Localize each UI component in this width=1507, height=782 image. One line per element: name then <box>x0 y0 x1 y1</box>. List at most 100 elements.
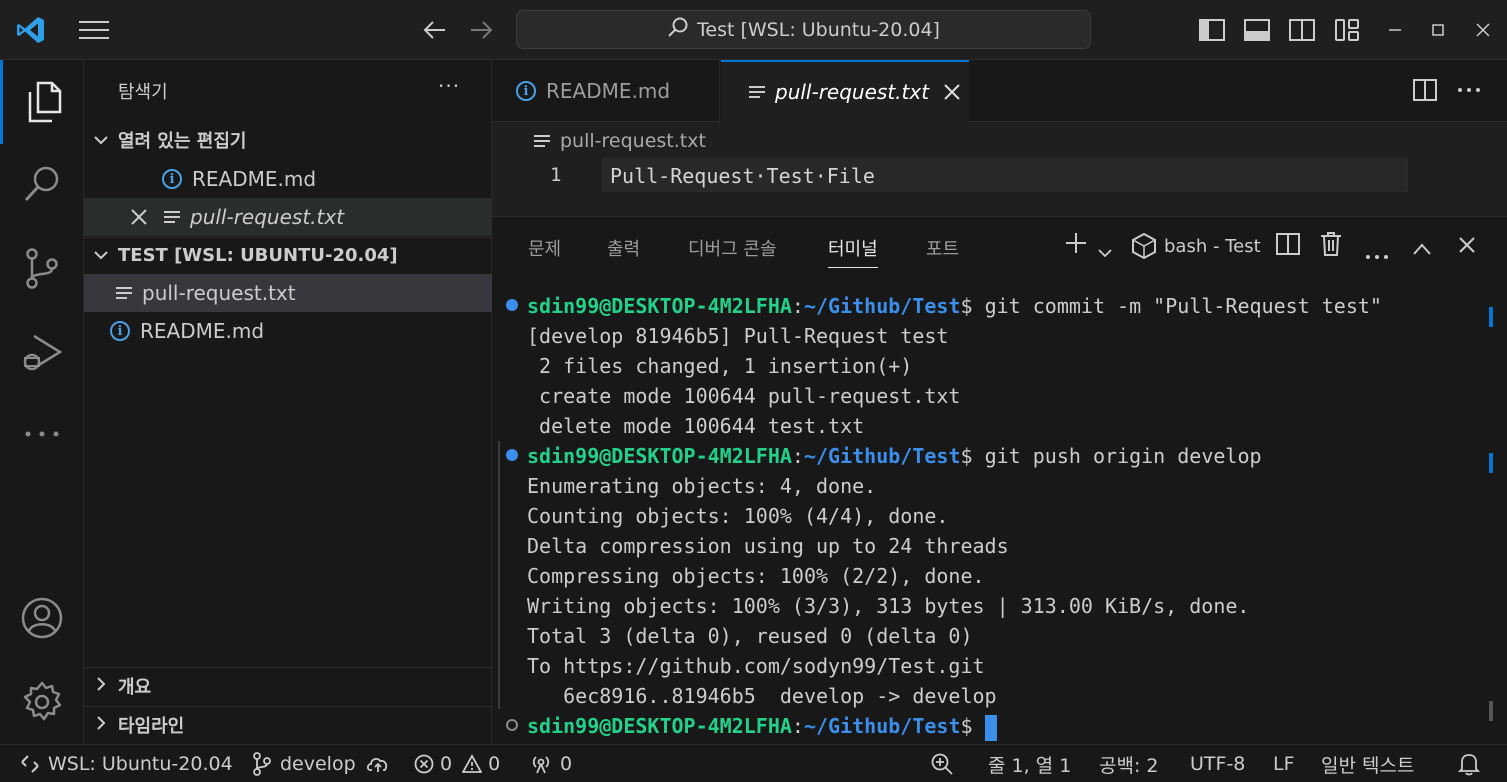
workspace-header[interactable]: TEST [WSL: UBUNTU-20.04] <box>84 237 492 273</box>
terminal-line: Compressing objects: 100% (2/2), done. <box>527 564 985 588</box>
tab-ports[interactable]: 포트 <box>926 235 959 261</box>
indentation[interactable]: 공백: 2 <box>1099 745 1159 782</box>
terminal-command: git commit -m "Pull-Request test" <box>984 294 1382 318</box>
sidebar-more-icon[interactable]: ··· <box>438 74 460 98</box>
tab-problems[interactable]: 문제 <box>528 235 561 261</box>
open-editors-label: 열려 있는 편집기 <box>118 131 247 152</box>
remote-icon <box>20 754 40 774</box>
maximize-icon[interactable] <box>1421 0 1455 60</box>
open-editors-header[interactable]: 열려 있는 편집기 <box>84 122 492 158</box>
close-panel-icon[interactable] <box>1458 235 1476 259</box>
code-editor[interactable]: 1 Pull-Request·Test·File <box>492 158 1507 216</box>
search-icon <box>667 16 689 43</box>
close-tab-icon[interactable] <box>943 83 961 101</box>
minimize-icon[interactable] <box>1378 0 1412 60</box>
new-terminal-icon[interactable] <box>1064 231 1088 260</box>
status-bar: WSL: Ubuntu-20.04 develop 0 0 0 줄 1, 열 1… <box>0 744 1507 782</box>
close-editor-icon[interactable] <box>130 208 150 226</box>
bash-icon <box>1132 233 1156 259</box>
accounts-icon[interactable] <box>0 576 84 660</box>
chevron-right-icon <box>84 715 118 735</box>
notifications-bell-icon[interactable] <box>1458 745 1480 782</box>
zoom-icon[interactable] <box>930 745 954 782</box>
text-file-icon <box>749 83 765 101</box>
split-editor-icon[interactable] <box>1410 60 1440 120</box>
toggle-primary-sidebar-icon[interactable] <box>1198 0 1226 60</box>
menu-icon[interactable] <box>76 0 112 60</box>
terminal-scrollbar[interactable] <box>1489 701 1493 721</box>
command-success-dot <box>506 449 518 461</box>
file-tree-item[interactable]: i README.md <box>84 312 492 350</box>
toggle-panel-icon[interactable] <box>1243 0 1271 60</box>
code-line[interactable]: Pull-Request·Test·File <box>610 164 875 188</box>
workspace-label: TEST [WSL: UBUNTU-20.04] <box>118 245 398 266</box>
terminal-line: Writing objects: 100% (3/3), 313 bytes |… <box>527 594 1250 618</box>
activity-bar <box>0 60 84 744</box>
run-debug-icon[interactable] <box>0 310 84 394</box>
encoding[interactable]: UTF-8 <box>1190 745 1245 782</box>
breadcrumb[interactable]: pull-request.txt <box>492 122 1507 160</box>
problems-indicator[interactable]: 0 0 <box>414 745 500 782</box>
prompt-path: ~/Github/Test <box>803 294 961 318</box>
open-editor-label: README.md <box>192 167 317 191</box>
panel-more-icon[interactable] <box>1365 241 1389 265</box>
toggle-secondary-sidebar-icon[interactable] <box>1288 0 1316 60</box>
forward-arrow-icon[interactable] <box>466 0 496 60</box>
settings-gear-icon[interactable] <box>0 660 84 744</box>
remote-indicator[interactable]: WSL: Ubuntu-20.04 <box>20 745 233 782</box>
terminal-output[interactable]: sdin99@DESKTOP-4M2LFHA:~/Github/Test$ gi… <box>527 291 1382 741</box>
broadcast-icon <box>530 753 552 775</box>
editor-more-icon[interactable] <box>1454 60 1484 120</box>
tab-output[interactable]: 출력 <box>607 235 640 261</box>
command-pending-dot <box>506 719 518 731</box>
timeline-header[interactable]: 타임라인 <box>84 706 492 742</box>
tab-debug-console[interactable]: 디버그 콘솔 <box>688 235 777 261</box>
warning-icon <box>462 754 483 774</box>
tab-pull-request[interactable]: pull-request.txt <box>721 60 969 122</box>
text-file-icon <box>116 284 132 302</box>
tab-readme[interactable]: i README.md <box>492 60 720 122</box>
command-center-search[interactable]: Test [WSL: Ubuntu-20.04] <box>516 10 1091 49</box>
open-editor-item-active[interactable]: pull-request.txt <box>84 198 492 236</box>
text-file-icon <box>164 208 180 226</box>
language-mode[interactable]: 일반 텍스트 <box>1321 745 1414 782</box>
file-tree-item[interactable]: pull-request.txt <box>84 274 492 312</box>
prompt-user: sdin99@DESKTOP-4M2LFHA <box>527 294 792 318</box>
tab-label: README.md <box>546 79 671 103</box>
end-of-line[interactable]: LF <box>1273 745 1295 782</box>
terminal-line: 2 files changed, 1 insertion(+) <box>527 354 913 378</box>
terminal-line: Enumerating objects: 4, done. <box>527 474 877 498</box>
outline-header[interactable]: 개요 <box>84 667 492 703</box>
file-tree-label: pull-request.txt <box>142 281 296 305</box>
chevron-right-icon <box>84 676 118 696</box>
outline-label: 개요 <box>118 676 152 698</box>
branch-indicator[interactable]: develop <box>252 745 390 782</box>
more-views-icon[interactable] <box>0 392 84 476</box>
close-window-icon[interactable] <box>1466 0 1500 60</box>
window-title: Test [WSL: Ubuntu-20.04] <box>697 18 940 41</box>
editor-tabs: i README.md pull-request.txt <box>492 60 1507 122</box>
terminal-command: git push origin develop <box>984 444 1262 468</box>
ports-indicator[interactable]: 0 <box>530 745 572 782</box>
open-editor-label: pull-request.txt <box>190 205 345 229</box>
split-terminal-icon[interactable] <box>1276 233 1300 260</box>
search-view-icon[interactable] <box>0 142 84 226</box>
maximize-panel-icon[interactable] <box>1412 237 1432 261</box>
command-success-dot <box>506 299 518 311</box>
open-editor-item[interactable]: i README.md <box>84 160 492 198</box>
terminal-prompt-line: sdin99@DESKTOP-4M2LFHA:~/Github/Test$ <box>527 711 1382 741</box>
error-icon <box>414 754 434 774</box>
branch-icon <box>252 752 272 776</box>
back-arrow-icon[interactable] <box>420 0 450 60</box>
customize-layout-icon[interactable] <box>1333 0 1361 60</box>
chevron-down-icon[interactable] <box>1098 239 1112 263</box>
explorer-icon[interactable] <box>0 60 84 144</box>
cursor-position[interactable]: 줄 1, 열 1 <box>988 745 1071 782</box>
source-control-icon[interactable] <box>0 226 84 310</box>
sync-cloud-icon[interactable] <box>366 754 390 774</box>
trash-icon[interactable] <box>1320 231 1342 262</box>
terminal-line: To https://github.com/sodyn99/Test.git <box>527 654 985 678</box>
breadcrumb-file: pull-request.txt <box>560 130 706 152</box>
tab-terminal[interactable]: 터미널 <box>828 235 878 268</box>
terminal-instance[interactable]: bash - Test <box>1132 233 1261 259</box>
